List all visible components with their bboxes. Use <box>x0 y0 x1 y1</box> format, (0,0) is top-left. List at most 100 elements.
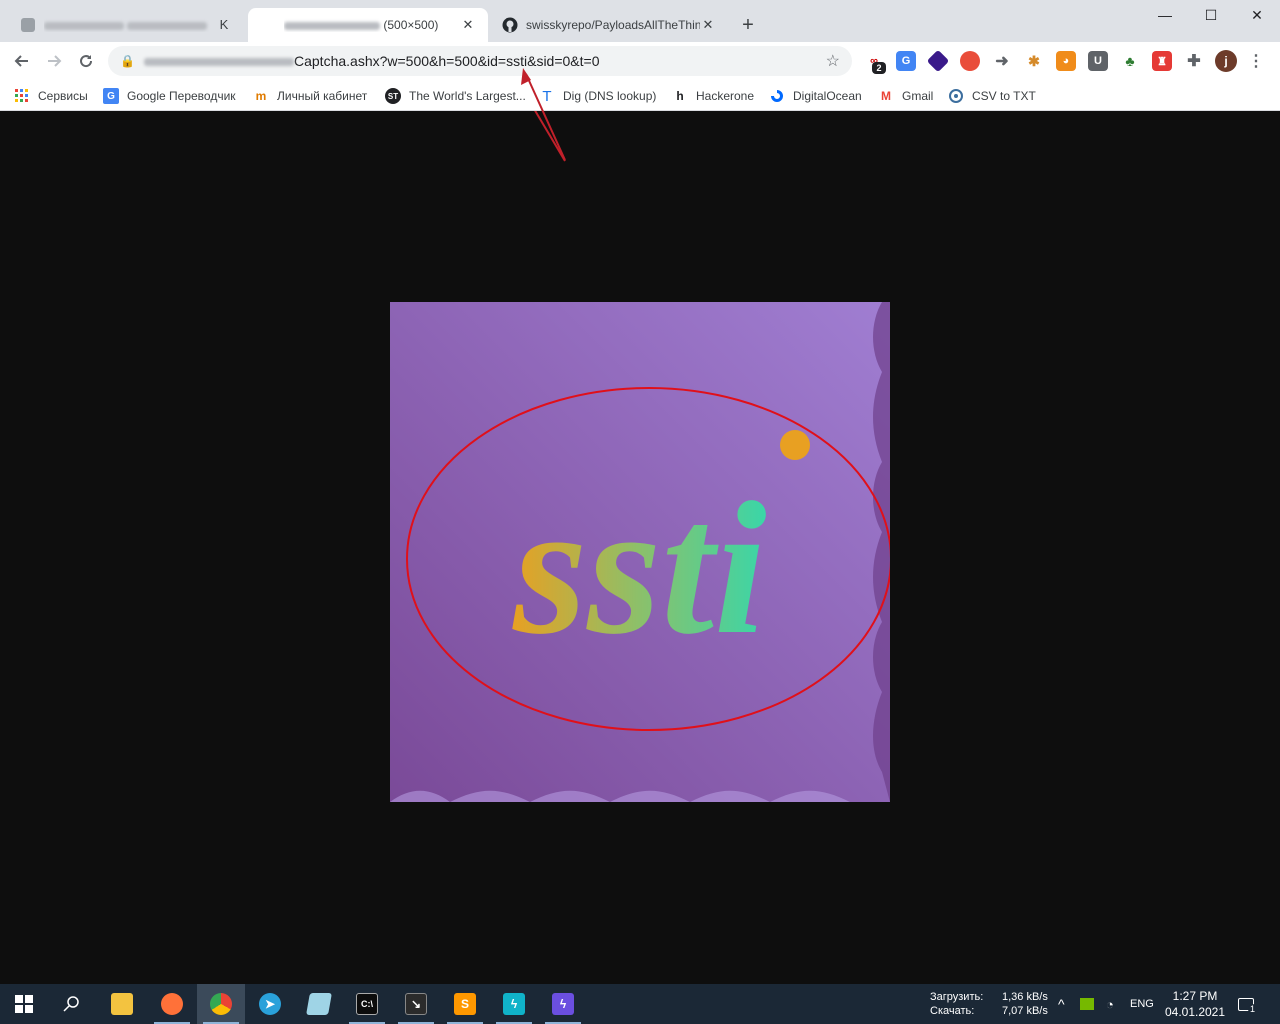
puzzle-extensions-icon[interactable]: ✚ <box>1184 51 1204 71</box>
maximize-button[interactable]: ☐ <box>1188 0 1234 30</box>
bug-extension-icon[interactable]: ✱ <box>1024 51 1044 71</box>
csv-icon <box>948 88 964 104</box>
tab-close-icon[interactable]: ✕ <box>700 17 716 33</box>
clock-time: 1:27 PM <box>1172 989 1218 1003</box>
bookmark-google-translate[interactable]: G Google Переводчик <box>103 85 236 107</box>
network-values: 1,36 kB/s 7,07 kB/s <box>1002 990 1048 1018</box>
new-tab-button[interactable]: + <box>736 14 760 38</box>
firefox-icon <box>161 993 183 1015</box>
taskbar-terminal[interactable]: C:\ <box>343 984 391 1024</box>
t-icon: T <box>542 87 552 105</box>
notes-icon <box>306 993 332 1015</box>
lock-icon: 🔒 <box>120 54 135 68</box>
taskbar-file-explorer[interactable] <box>98 984 146 1024</box>
language-indicator[interactable]: ENG <box>1130 984 1154 1024</box>
page-favicon-icon <box>260 17 276 33</box>
bookmark-label: Сервисы <box>38 89 88 103</box>
start-button[interactable] <box>0 984 48 1024</box>
bookmark-worlds-largest[interactable]: ST The World's Largest... <box>385 85 526 107</box>
bookmark-label: Google Переводчик <box>127 89 236 103</box>
hackerone-icon: h <box>676 89 684 103</box>
bookmark-label: CSV to TXT <box>972 89 1036 103</box>
bookmark-apps[interactable]: Сервисы <box>14 85 88 107</box>
tab-strip: K (500×500) ✕ swisskyrepo/PayloadsAllThe… <box>0 0 1280 42</box>
taskbar-app-bolt-2[interactable]: ϟ <box>539 984 587 1024</box>
reload-icon <box>80 55 93 68</box>
bookmark-csv-to-txt[interactable]: CSV to TXT <box>948 85 1036 107</box>
search-button[interactable] <box>48 984 96 1024</box>
site-favicon-icon <box>20 17 36 33</box>
burp-icon: ↘ <box>405 993 427 1015</box>
download-label: Скачать: <box>930 1005 975 1017</box>
bookmark-star-icon[interactable]: ☆ <box>826 51 840 71</box>
show-hidden-icons-chevron-icon[interactable]: ^ <box>1058 984 1065 1024</box>
ublock-extension-icon[interactable]: U <box>1088 51 1108 71</box>
upload-value: 1,36 kB/s <box>1002 991 1048 1003</box>
notification-count: 1 <box>1248 1004 1258 1014</box>
taskbar-sublime[interactable]: S <box>441 984 489 1024</box>
tab-title: (500×500) <box>284 18 460 32</box>
fox-extension-icon[interactable]: ◕ <box>1056 51 1076 71</box>
tab-close-icon[interactable]: ✕ <box>460 17 476 33</box>
clock[interactable]: 1:27 PM 04.01.2021 <box>1160 988 1230 1020</box>
windows-taskbar: ➤ C:\ ↘ S ϟ ϟ Загрузить: Скачать: 1,36 k… <box>0 984 1280 1024</box>
forward-button[interactable] <box>41 48 67 74</box>
notifications-button[interactable]: 1 <box>1238 984 1258 1024</box>
address-bar[interactable]: 🔒 Captcha.ashx?w=500&h=500&id=ssti&sid=0… <box>108 46 852 76</box>
bookmark-gmail[interactable]: M Gmail <box>878 85 933 107</box>
gmail-icon: M <box>881 89 891 103</box>
bookmark-dig[interactable]: T Dig (DNS lookup) <box>539 85 656 107</box>
taskbar-app-bolt-1[interactable]: ϟ <box>490 984 538 1024</box>
download-value: 7,07 kB/s <box>1002 1005 1048 1017</box>
reload-button[interactable] <box>73 48 99 74</box>
taskbar-notes[interactable] <box>295 984 343 1024</box>
minimize-button[interactable]: — <box>1142 0 1188 30</box>
upload-label: Загрузить: <box>930 991 984 1003</box>
bookmark-label: The World's Largest... <box>409 89 526 103</box>
google-translate-icon: G <box>103 88 119 104</box>
back-button[interactable] <box>9 48 35 74</box>
taskbar-chrome[interactable] <box>197 984 245 1024</box>
menu-kebab-icon[interactable]: ⋮ <box>1246 51 1266 71</box>
taskbar-burp[interactable]: ↘ <box>392 984 440 1024</box>
taskbar-telegram[interactable]: ➤ <box>246 984 294 1024</box>
page-viewport: ssti <box>0 111 1280 984</box>
taskbar-firefox[interactable] <box>148 984 196 1024</box>
network-labels: Загрузить: Скачать: <box>930 990 983 1018</box>
tab-captcha[interactable]: (500×500) ✕ <box>248 8 488 42</box>
tree-extension-icon[interactable]: ♣ <box>1120 51 1140 71</box>
cabinet-icon: m <box>255 89 267 103</box>
tab-title <box>44 18 216 32</box>
forward-arrow-icon <box>48 55 62 67</box>
tab-close-icon[interactable]: K <box>216 17 232 33</box>
bookmark-personal-cabinet[interactable]: m Личный кабинет <box>253 85 368 107</box>
shield-extension-icon[interactable]: ♜ <box>1152 51 1172 71</box>
clock-date: 04.01.2021 <box>1164 1005 1226 1019</box>
bookmarks-bar: Сервисы G Google Переводчик m Личный каб… <box>0 80 1280 111</box>
address-path: Captcha.ashx?w=500&h=500&id=ssti&sid=0&t… <box>294 53 600 69</box>
browser-toolbar: 🔒 Captcha.ashx?w=500&h=500&id=ssti&sid=0… <box>0 42 1280 80</box>
folder-icon <box>111 993 133 1015</box>
captcha-text: ssti <box>511 464 766 674</box>
bookmark-label: Gmail <box>902 89 934 103</box>
translate-extension-icon[interactable]: G <box>896 51 916 71</box>
bookmark-hackerone[interactable]: h Hackerone <box>672 85 754 107</box>
layers-extension-icon[interactable] <box>926 49 950 73</box>
bookmark-digitalocean[interactable]: DigitalOcean <box>769 85 862 107</box>
extension-badge: 2 <box>872 62 886 74</box>
nvidia-tray-icon[interactable] <box>1080 984 1094 1024</box>
bookmark-label: Hackerone <box>696 89 755 103</box>
telegram-icon: ➤ <box>259 993 281 1015</box>
santa-extension-icon[interactable] <box>960 51 980 71</box>
wifi-icon[interactable]: ◔ <box>1106 984 1114 1024</box>
tab-blurred[interactable]: K <box>8 8 244 42</box>
tab-github[interactable]: swisskyrepo/PayloadsAllTheThing ✕ <box>490 8 728 42</box>
bookmark-label: DigitalOcean <box>793 89 862 103</box>
search-icon <box>63 996 79 1012</box>
share-extension-icon[interactable]: ➜ <box>992 51 1012 71</box>
bolt-icon: ϟ <box>503 993 525 1015</box>
profile-avatar[interactable]: j <box>1215 50 1237 72</box>
digitalocean-icon <box>769 88 785 104</box>
terminal-icon: C:\ <box>356 993 378 1015</box>
close-window-button[interactable]: ✕ <box>1234 0 1280 30</box>
